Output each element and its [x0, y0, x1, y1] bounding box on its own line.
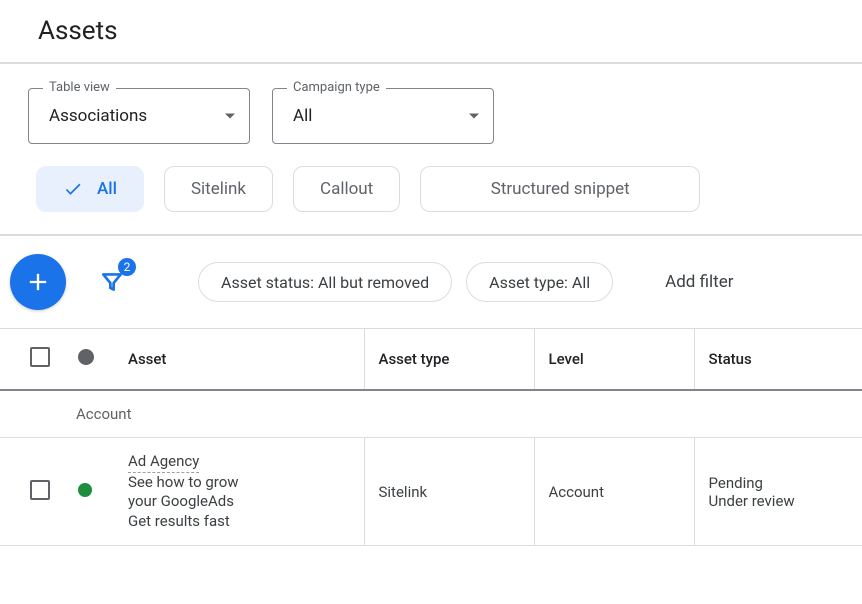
select-all-checkbox[interactable] — [30, 347, 50, 367]
asset-desc-line: Get results fast — [128, 512, 350, 532]
status-cell: Pending Under review — [694, 438, 862, 546]
filter-button[interactable]: 2 — [94, 264, 130, 300]
campaign-type-label: Campaign type — [287, 80, 386, 95]
chevron-down-icon — [225, 114, 235, 119]
asset-title: Ad Agency — [128, 452, 199, 473]
campaign-type-select[interactable]: Campaign type All — [272, 88, 494, 144]
column-header-status[interactable]: Status — [694, 329, 862, 390]
chip-label: All — [97, 179, 117, 199]
chevron-down-icon — [469, 114, 479, 119]
table-view-select[interactable]: Table view Associations — [28, 88, 250, 144]
plus-icon — [24, 268, 52, 296]
group-label: Account — [0, 390, 862, 438]
level-cell: Account — [534, 438, 694, 546]
status-dot-icon — [78, 483, 92, 497]
asset-desc-line: See how to grow — [128, 473, 350, 493]
table-row: Ad Agency See how to grow your GoogleAds… — [0, 438, 862, 546]
table-view-value: Associations — [49, 106, 147, 126]
status-dot-header-icon — [78, 349, 94, 365]
table-view-label: Table view — [43, 80, 116, 95]
filter-count-badge: 2 — [118, 258, 136, 276]
asset-type-cell: Sitelink — [364, 438, 534, 546]
asset-type-chip-structured-snippet[interactable]: Structured snippet — [420, 166, 700, 212]
column-header-asset[interactable]: Asset — [114, 329, 364, 390]
group-row: Account — [0, 390, 862, 438]
chip-label: Structured snippet — [491, 179, 630, 199]
asset-cell[interactable]: Ad Agency See how to grow your GoogleAds… — [114, 438, 364, 546]
add-button[interactable] — [10, 254, 66, 310]
filter-pill-asset-type[interactable]: Asset type: All — [466, 262, 613, 302]
chip-label: Sitelink — [191, 179, 246, 199]
chip-label: Callout — [320, 179, 373, 199]
asset-desc-line: your GoogleAds — [128, 492, 350, 512]
status-line: Under review — [709, 492, 849, 510]
asset-type-chip-sitelink[interactable]: Sitelink — [164, 166, 273, 212]
page-title: Assets — [38, 16, 862, 46]
add-filter-button[interactable]: Add filter — [665, 272, 733, 292]
filter-pill-asset-status[interactable]: Asset status: All but removed — [198, 262, 452, 302]
asset-type-chip-all[interactable]: All — [36, 166, 144, 212]
campaign-type-value: All — [293, 106, 312, 126]
column-header-level[interactable]: Level — [534, 329, 694, 390]
check-icon — [63, 179, 83, 199]
status-line: Pending — [709, 474, 849, 492]
row-checkbox[interactable] — [30, 480, 50, 500]
asset-type-chip-callout[interactable]: Callout — [293, 166, 400, 212]
column-header-asset-type[interactable]: Asset type — [364, 329, 534, 390]
